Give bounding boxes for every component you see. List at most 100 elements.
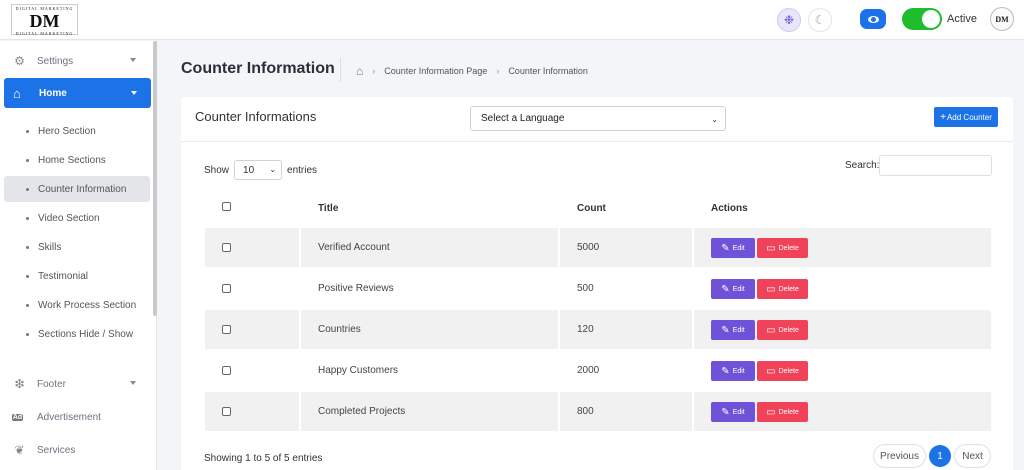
entries-value: 10 — [243, 164, 255, 176]
column-divider — [558, 310, 560, 349]
delete-button[interactable]: ▭ Delete — [757, 361, 808, 381]
toggle-knob — [922, 10, 940, 28]
home-icon: ⌂ — [13, 85, 21, 101]
delete-button[interactable]: ▭ Delete — [757, 279, 808, 299]
delete-button[interactable]: ▭ Delete — [757, 402, 808, 422]
edit-label: Edit — [732, 367, 745, 375]
select-all-checkbox[interactable] — [222, 202, 231, 211]
sidebar-item-label: Settings — [37, 55, 74, 67]
sidebar-item-advertisement[interactable]: Ad Advertisement — [0, 402, 150, 432]
table-row: Positive Reviews 500 ✎ Edit ▭ Delete — [205, 269, 991, 308]
delete-button[interactable]: ▭ Delete — [757, 320, 808, 340]
chevron-down-icon — [130, 381, 136, 385]
sun-icon: ❉ — [783, 13, 795, 27]
chevron-down-icon — [130, 58, 136, 62]
edit-button[interactable]: ✎ Edit — [711, 279, 755, 299]
sidebar-item-settings[interactable]: ⚙ Settings — [0, 46, 150, 76]
row-checkbox[interactable] — [222, 325, 231, 334]
sidebar-scrollbar[interactable] — [153, 41, 157, 316]
sidebar-item-video-section[interactable]: Video Section — [4, 205, 150, 231]
edit-label: Edit — [732, 408, 745, 416]
sidebar: ⚙ Settings ⌂ Home Hero Section Home Sect… — [0, 41, 157, 470]
status-toggle[interactable] — [902, 8, 942, 30]
sidebar-item-label: Skills — [38, 241, 62, 253]
trash-icon: ▭ — [766, 365, 776, 377]
home-icon[interactable]: ⌂ — [356, 64, 363, 78]
top-bar: DIGITAL MARKETING DM DIGITAL MARKETING ❉… — [0, 0, 1024, 40]
language-select-value: Select a Language — [481, 113, 565, 124]
row-title: Countries — [318, 324, 361, 335]
chevron-down-icon: ⌄ — [269, 165, 277, 174]
avatar[interactable]: DM — [990, 7, 1014, 31]
column-divider — [299, 392, 301, 431]
row-checkbox[interactable] — [222, 407, 231, 416]
sidebar-item-label: Hero Section — [38, 125, 96, 137]
edit-button[interactable]: ✎ Edit — [711, 238, 755, 258]
sidebar-item-label: Services — [37, 444, 76, 456]
column-divider — [558, 228, 560, 267]
edit-button[interactable]: ✎ Edit — [711, 361, 755, 381]
row-count: 2000 — [577, 365, 600, 376]
table-row: Verified Account 5000 ✎ Edit ▭ Delete — [205, 228, 991, 267]
column-divider — [299, 228, 301, 267]
edit-button[interactable]: ✎ Edit — [711, 320, 755, 340]
next-page-button[interactable]: Next — [954, 444, 991, 468]
sidebar-item-sections-hide-show[interactable]: Sections Hide / Show — [4, 321, 150, 347]
delete-label: Delete — [778, 285, 799, 293]
previous-page-button[interactable]: Previous — [873, 444, 926, 468]
row-count: 5000 — [577, 242, 600, 253]
search-input[interactable] — [879, 155, 992, 176]
trash-icon: ▭ — [766, 242, 776, 254]
sidebar-item-counter-information[interactable]: Counter Information — [4, 176, 150, 202]
table-row: Happy Customers 2000 ✎ Edit ▭ Delete — [205, 351, 991, 390]
sidebar-item-hero-section[interactable]: Hero Section — [4, 118, 150, 144]
sidebar-item-label: Work Process Section — [38, 299, 137, 311]
entries-label: entries — [287, 164, 318, 176]
row-checkbox[interactable] — [222, 366, 231, 375]
add-counter-button[interactable]: + Add Counter — [934, 107, 998, 127]
column-divider — [692, 228, 694, 267]
sidebar-item-testimonial[interactable]: Testimonial — [4, 263, 150, 289]
counter-card: Counter Informations Select a Language ⌄… — [181, 97, 1013, 470]
trash-icon: ▭ — [766, 324, 776, 336]
column-divider — [558, 392, 560, 431]
sidebar-item-footer[interactable]: ❇ Footer — [0, 369, 150, 399]
sidebar-item-services[interactable]: ❦ Services — [0, 435, 150, 465]
light-theme-button[interactable]: ❉ — [777, 8, 801, 32]
trash-icon: ▭ — [766, 406, 776, 418]
sidebar-item-skills[interactable]: Skills — [4, 234, 150, 260]
sidebar-item-label: Footer — [37, 378, 66, 390]
edit-icon: ✎ — [721, 365, 730, 377]
page-title: Counter Information — [181, 60, 335, 77]
logo-line-bottom: DIGITAL MARKETING — [15, 31, 74, 36]
row-checkbox[interactable] — [222, 243, 231, 252]
delete-label: Delete — [778, 326, 799, 334]
eye-icon — [867, 15, 879, 23]
edit-label: Edit — [732, 326, 745, 334]
breadcrumb-item[interactable]: Counter Information Page — [384, 66, 487, 76]
edit-icon: ✎ — [721, 406, 730, 418]
edit-button[interactable]: ✎ Edit — [711, 402, 755, 422]
entries-select[interactable]: 10 ⌄ — [234, 160, 283, 180]
logo-mark: DM — [29, 11, 60, 31]
view-site-button[interactable] — [860, 9, 886, 29]
row-title: Positive Reviews — [318, 283, 394, 294]
column-title[interactable]: Title — [318, 203, 338, 214]
row-title: Completed Projects — [318, 406, 406, 417]
delete-button[interactable]: ▭ Delete — [757, 238, 808, 258]
chevron-right-icon: › — [372, 66, 376, 76]
column-count[interactable]: Count — [577, 203, 606, 214]
footer-icon: ❇ — [14, 377, 25, 391]
breadcrumb-item: Counter Information — [508, 66, 588, 76]
dark-theme-button[interactable]: ☾ — [808, 8, 832, 32]
logo[interactable]: DIGITAL MARKETING DM DIGITAL MARKETING — [11, 4, 78, 36]
page-1-button[interactable]: 1 — [929, 445, 951, 467]
sidebar-item-label: Home Sections — [38, 154, 106, 166]
sidebar-item-home-sections[interactable]: Home Sections — [4, 147, 150, 173]
language-select[interactable]: Select a Language ⌄ — [470, 106, 726, 131]
sidebar-item-work-process[interactable]: Work Process Section — [4, 292, 150, 318]
ad-icon: Ad — [12, 413, 23, 421]
delete-label: Delete — [778, 244, 799, 252]
row-checkbox[interactable] — [222, 284, 231, 293]
sidebar-item-home[interactable]: ⌂ Home — [4, 78, 151, 108]
